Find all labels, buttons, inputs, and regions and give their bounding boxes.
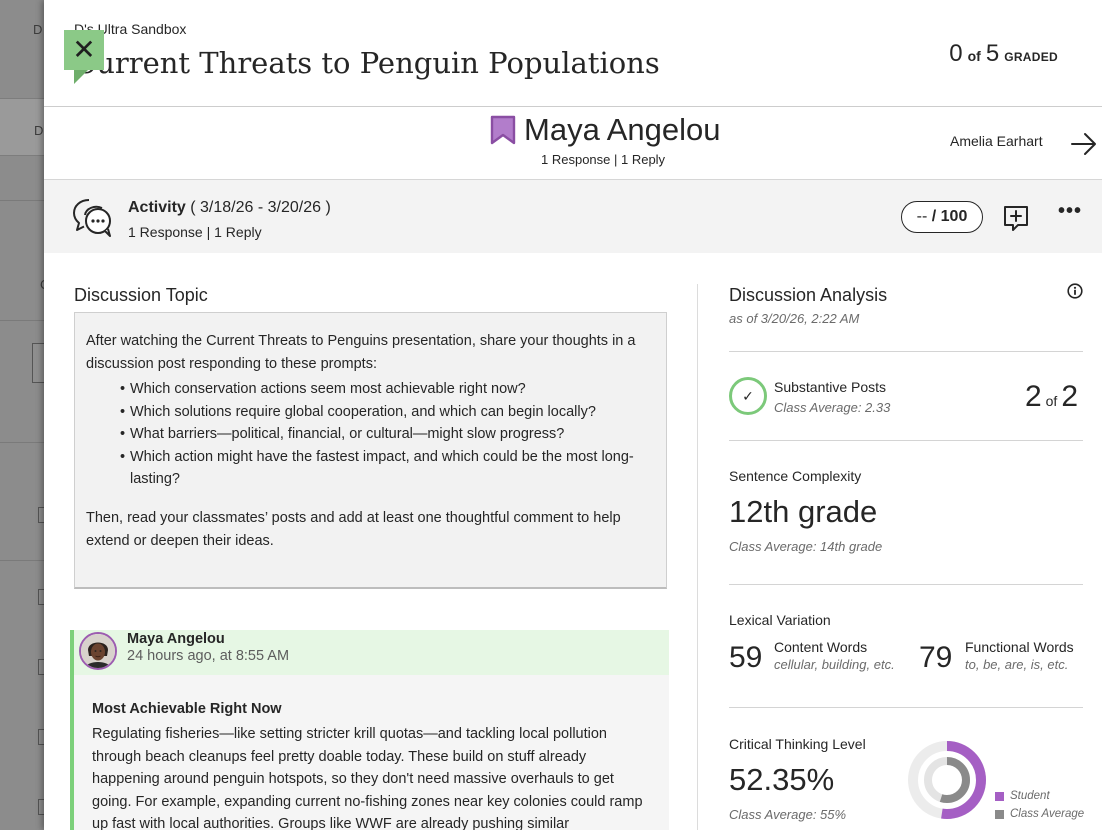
content-words-examples: cellular, building, etc. <box>774 657 895 672</box>
functional-words-examples: to, be, are, is, etc. <box>965 657 1069 672</box>
content-words-count: 59 <box>729 641 763 674</box>
legend-class-label: Class Average <box>1010 808 1085 820</box>
topic-intro: After watching the Current Threats to Pe… <box>86 333 636 372</box>
legend-class-swatch <box>995 809 1004 819</box>
activity-label: Activity <box>128 199 186 216</box>
substantive-total: 2 <box>1061 380 1078 413</box>
legend-class-average: Class Average <box>995 808 1084 820</box>
activity-title: Activity ( 3/18/26 - 3/20/26 ) <box>128 199 331 217</box>
graded-counter: 0 of 5 GRADED <box>949 40 1058 68</box>
analysis-divider <box>729 707 1083 708</box>
info-icon[interactable] <box>1067 283 1083 299</box>
discussion-topic-heading: Discussion Topic <box>74 285 208 305</box>
topic-prompt: What barriers—political, financial, or c… <box>120 423 655 446</box>
add-feedback-icon[interactable] <box>1002 204 1030 232</box>
analysis-divider <box>729 351 1083 352</box>
topic-prompt: Which solutions require global cooperati… <box>120 401 655 424</box>
column-divider <box>697 284 698 830</box>
close-button[interactable]: ✕ <box>64 30 104 70</box>
topic-prompts: Which conservation actions seem most ach… <box>86 378 655 491</box>
graded-label: GRADED <box>1004 50 1058 64</box>
sentence-complexity-class-average: Class Average: 14th grade <box>729 539 883 554</box>
next-student-link[interactable]: Amelia Earhart <box>950 133 1043 149</box>
avatar <box>79 632 117 670</box>
more-options-button[interactable]: ••• <box>1058 200 1082 223</box>
post-title: Most Achievable Right Now <box>92 701 282 717</box>
content-words-label: Content Words <box>774 639 868 655</box>
page-title: Current Threats to Penguin Populations <box>74 46 660 80</box>
activity-counts: 1 Response | 1 Reply <box>128 224 262 240</box>
legend-student-label: Student <box>1010 790 1050 802</box>
student-post-counts: 1 Response | 1 Reply <box>541 152 666 167</box>
grade-max: / 100 <box>931 208 968 225</box>
critical-thinking-value: 52.35% <box>729 762 835 797</box>
critical-thinking-donut <box>908 741 986 819</box>
sentence-complexity-value: 12th grade <box>729 494 878 529</box>
analysis-divider <box>729 584 1083 585</box>
sentence-complexity-label: Sentence Complexity <box>729 468 862 484</box>
avatar-image <box>81 634 115 668</box>
topic-closing: Then, read your classmates’ posts and ad… <box>86 509 621 549</box>
substantive-posts-score: 2 of 2 <box>1025 380 1078 414</box>
post-timestamp: 24 hours ago, at 8:55 AM <box>127 648 290 664</box>
post-text: Regulating fisheries—like setting strict… <box>92 726 643 830</box>
functional-words-count: 79 <box>919 641 953 674</box>
background-text: D <box>34 123 44 138</box>
post-author: Maya Angelou <box>127 631 225 647</box>
analysis-divider <box>729 440 1083 441</box>
analysis-title: Discussion Analysis <box>729 285 888 305</box>
student-name: Maya Angelou <box>524 112 721 147</box>
post-header: Maya Angelou 24 hours ago, at 8:55 AM <box>70 630 669 675</box>
activity-bar: Activity ( 3/18/26 - 3/20/26 ) 1 Respons… <box>44 179 1102 253</box>
background-text: D <box>33 22 43 37</box>
substantive-score: 2 <box>1024 380 1042 413</box>
close-button-tab <box>74 70 88 84</box>
discussion-topic-box: After watching the Current Threats to Pe… <box>74 312 667 589</box>
critical-thinking-class-average: Class Average: 55% <box>729 807 847 822</box>
critical-thinking-label: Critical Thinking Level <box>729 736 866 752</box>
student-bar: Maya Angelou 1 Response | 1 Reply Amelia… <box>44 107 1102 179</box>
substantive-of: of <box>1045 393 1058 409</box>
grade-placeholder: -- <box>916 208 928 225</box>
functional-words-label: Functional Words <box>965 639 1074 655</box>
discussion-icon <box>73 199 111 237</box>
analysis-timestamp: as of 3/20/26, 2:22 AM <box>729 311 860 326</box>
graded-total: 5 <box>985 40 1000 67</box>
lexical-variation-label: Lexical Variation <box>729 612 831 628</box>
legend-student-swatch <box>995 791 1004 801</box>
topic-prompt: Which action might have the fastest impa… <box>120 446 655 491</box>
activity-dates: ( 3/18/26 - 3/20/26 ) <box>190 199 331 216</box>
post-body: Most Achievable Right Now Regulating fis… <box>70 675 669 830</box>
grade-input[interactable]: -- / 100 <box>901 201 983 233</box>
substantive-posts-label: Substantive Posts <box>774 379 887 395</box>
graded-of: of <box>967 48 981 64</box>
check-icon: ✓ <box>729 377 767 415</box>
topic-prompt: Which conservation actions seem most ach… <box>120 378 655 401</box>
bookmark-icon <box>490 115 516 145</box>
student-heading: Maya Angelou <box>490 112 720 148</box>
graded-count: 0 <box>949 40 963 67</box>
legend-student: Student <box>995 790 1050 802</box>
arrow-right-icon[interactable] <box>1070 131 1098 157</box>
grading-panel: D's Ultra Sandbox Current Threats to Pen… <box>44 0 1102 830</box>
substantive-posts-class-average: Class Average: 2.33 <box>774 400 891 415</box>
